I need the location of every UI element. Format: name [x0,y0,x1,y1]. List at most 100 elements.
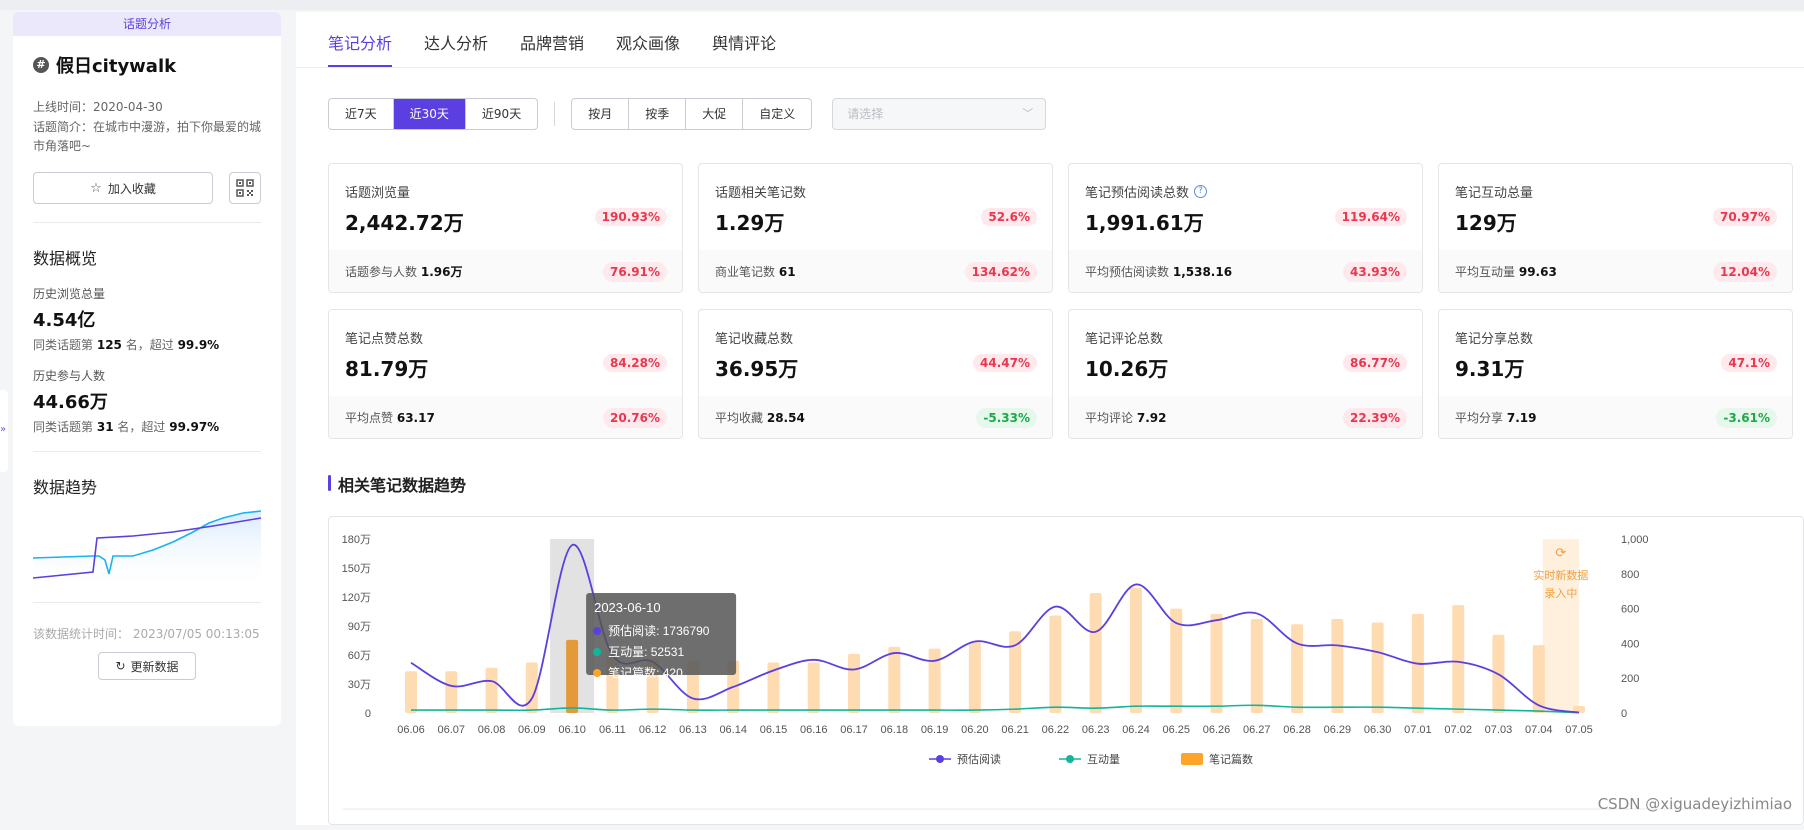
divider [33,602,261,603]
range-30d[interactable]: 近30天 [394,99,466,129]
y-right-tick-label: 600 [1621,604,1639,616]
browse-total-label: 历史浏览总量 [33,285,281,302]
refresh-data-button[interactable]: ↻ 更新数据 [98,652,196,680]
y-left-tick-label: 90万 [348,621,371,633]
card-sub-value: 28.54 [767,411,805,425]
card-sub-label: 平均评论 [1085,411,1133,425]
x-tick-label: 06.25 [1162,724,1190,736]
tab-audience-profile[interactable]: 观众画像 [616,12,680,67]
bar-note-count [566,640,578,713]
legend-label: 笔记篇数 [1209,752,1253,766]
bar-note-count [969,642,981,713]
range-7d[interactable]: 近7天 [329,99,394,129]
topic-intro: 话题简介：在城市中漫游，拍下你最爱的城市角落吧~ [33,118,261,156]
x-tick-label: 06.09 [518,724,546,736]
sub-change-badge: -3.61% [1716,408,1777,428]
change-badge: 119.64% [1335,208,1407,226]
tab-brand-marketing[interactable]: 品牌营销 [520,12,584,67]
online-time: 上线时间：2020-04-30 [33,98,261,117]
help-icon[interactable]: ? [1194,185,1207,198]
bar-note-count [1130,588,1142,713]
sub-change-badge: 20.76% [603,408,667,428]
bar-note-count [1251,619,1263,713]
tooltip-row: 预估阅读: 1736790 [608,624,710,638]
x-tick-label: 06.07 [438,724,466,736]
divider [33,222,261,223]
card-label: 笔记互动总量 [1455,182,1776,201]
period-month[interactable]: 按月 [572,99,629,129]
bar-note-count [1049,616,1061,713]
change-badge: 86.77% [1343,354,1407,372]
x-tick-label: 06.28 [1283,724,1311,736]
date-range-segment: 近7天 近30天 近90天 [328,98,538,130]
y-left-tick-label: 60万 [348,650,371,662]
x-tick-label: 06.15 [760,724,788,736]
card-label: 话题浏览量 [345,182,666,201]
tab-sentiment-comments[interactable]: 舆情评论 [712,12,776,67]
x-tick-label: 06.24 [1122,724,1150,736]
bar-note-count [1331,619,1343,713]
y-left-tick-label: 0 [365,708,371,720]
tooltip-date: 2023-06-10 [594,600,661,615]
update-time: 该数据统计时间： 2023/07/05 00:13:05 [33,625,281,642]
range-90d[interactable]: 近90天 [466,99,537,129]
tab-influencer-analysis[interactable]: 达人分析 [424,12,488,67]
card-sub-value: 61 [779,265,796,279]
card-sub-label: 商业笔记数 [715,265,775,279]
bar-note-count [848,654,860,713]
qrcode-button[interactable] [229,172,261,204]
bar-note-count [445,671,457,713]
tooltip-row: 笔记篇数: 420 [608,665,683,680]
x-tick-label: 06.21 [1001,724,1029,736]
card-sub-label: 平均收藏 [715,411,763,425]
sidebar-tag: 话题分析 [13,12,281,36]
x-tick-label: 07.01 [1404,724,1432,736]
realtime-band [1543,539,1579,713]
tooltip-row: 互动量: 52531 [608,645,684,659]
period-promotion[interactable]: 大促 [686,99,743,129]
legend-label: 互动量 [1087,753,1120,766]
metric-card-related-notes: 话题相关笔记数1.29万52.6%商业笔记数 61134.62% [698,163,1053,293]
tooltip-marker [593,648,601,656]
participants-value: 44.66万 [33,388,281,414]
select-placeholder: 请选择 [847,107,883,121]
x-tick-label: 06.14 [719,724,747,736]
tab-note-analysis[interactable]: 笔记分析 [328,12,392,67]
card-sub-value: 7.19 [1507,411,1537,425]
add-favorite-button[interactable]: ☆ 加入收藏 [33,172,213,204]
tooltip-marker [593,669,601,677]
x-tick-label: 06.16 [800,724,828,736]
legend-marker [1066,755,1074,763]
legend-label: 预估阅读 [957,752,1001,766]
sub-change-badge: -5.33% [976,408,1037,428]
x-tick-label: 06.12 [639,724,667,736]
realtime-label: 实时新数据 [1533,568,1588,582]
bar-note-count [1291,624,1303,713]
expand-handle[interactable]: » [0,390,8,472]
metric-card-topic-views: 话题浏览量2,442.72万190.93%话题参与人数 1.96万76.91% [328,163,683,293]
change-badge: 70.97% [1713,208,1777,226]
y-right-tick-label: 200 [1621,673,1639,685]
legend-marker [936,755,944,763]
card-sub-value: 1,538.16 [1173,265,1232,279]
metric-card-interactions: 笔记互动总量129万70.97%平均互动量 99.6312.04% [1438,163,1793,293]
bar-note-count [888,647,900,713]
legend-marker [1181,753,1203,765]
period-quarter[interactable]: 按季 [629,99,686,129]
bar-note-count [486,668,498,713]
period-select[interactable]: 请选择 ﹀ [832,98,1046,130]
bar-note-count [1211,614,1223,713]
change-badge: 44.47% [973,354,1037,372]
bar-note-count [405,671,417,713]
top-strip [0,0,1804,10]
x-tick-label: 06.06 [397,724,425,736]
refresh-label: 更新数据 [131,658,179,675]
period-segment: 按月 按季 大促 自定义 [571,98,812,130]
filter-bar: 近7天 近30天 近90天 按月 按季 大促 自定义 请选择 ﹀ [328,98,1046,130]
participants-rank: 同类话题第 31 名，超过 99.97% [33,418,281,435]
period-custom[interactable]: 自定义 [743,99,811,129]
x-tick-label: 06.26 [1203,724,1231,736]
card-sub-value: 7.92 [1137,411,1167,425]
analysis-tabs: 笔记分析 达人分析 品牌营销 观众画像 舆情评论 [296,12,1804,68]
card-sub-value: 63.17 [397,411,435,425]
